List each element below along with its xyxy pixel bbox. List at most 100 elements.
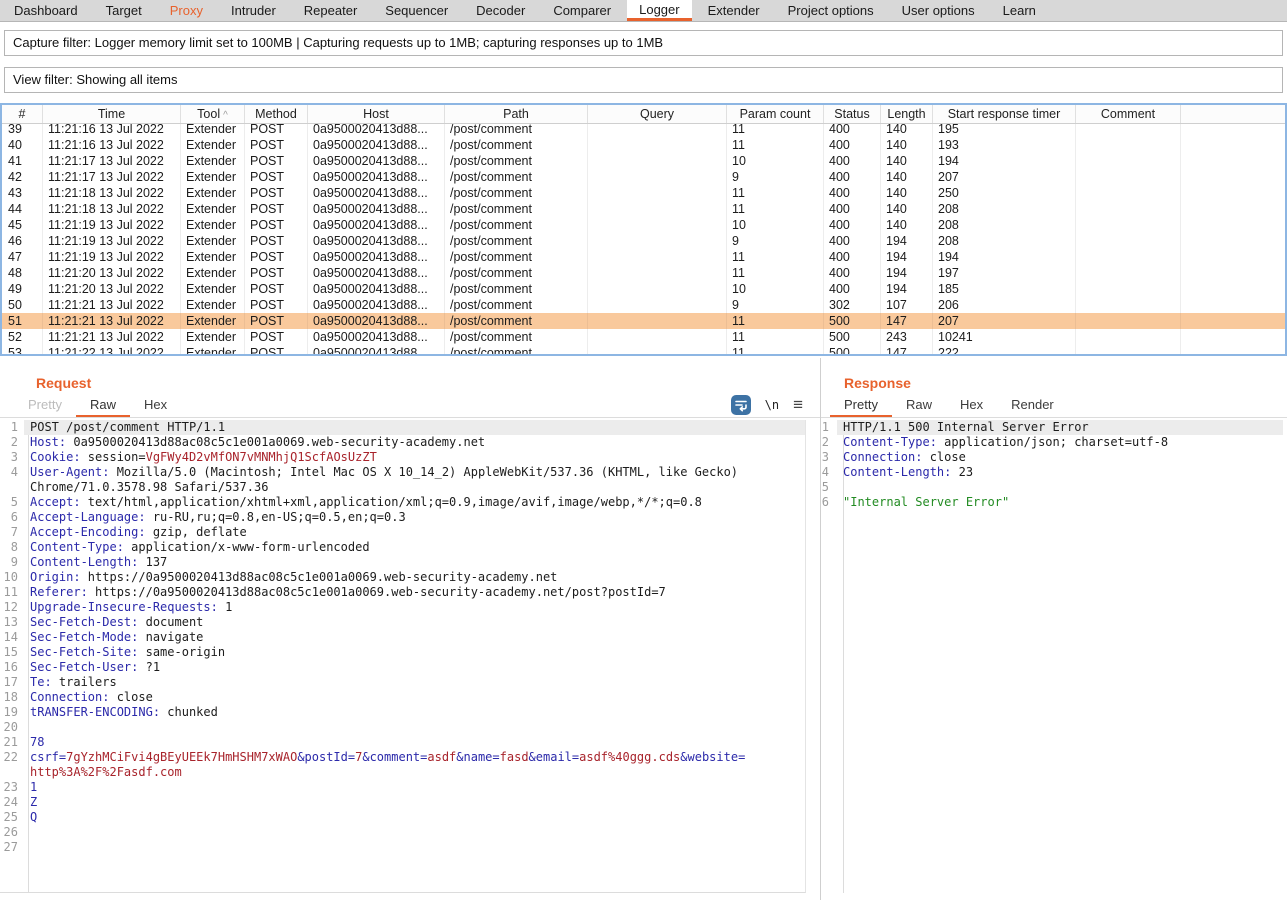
table-row-51[interactable]: 5111:21:21 13 Jul 2022ExtenderPOST0a9500… bbox=[2, 313, 1285, 329]
table-row-46[interactable]: 4611:21:19 13 Jul 2022ExtenderPOST0a9500… bbox=[2, 233, 1285, 249]
line-content bbox=[24, 825, 805, 840]
line-number: 10 bbox=[0, 570, 24, 585]
response-tab-raw[interactable]: Raw bbox=[892, 394, 946, 418]
table-row-41[interactable]: 4111:21:17 13 Jul 2022ExtenderPOST0a9500… bbox=[2, 153, 1285, 169]
table-cell: 11 bbox=[727, 345, 824, 354]
menu-item-extender[interactable]: Extender bbox=[696, 0, 772, 21]
table-row-52[interactable]: 5211:21:21 13 Jul 2022ExtenderPOST0a9500… bbox=[2, 329, 1285, 345]
menu-item-intruder[interactable]: Intruder bbox=[219, 0, 288, 21]
request-tabs: PrettyRawHex bbox=[14, 394, 181, 418]
wrap-lines-icon[interactable] bbox=[731, 395, 751, 415]
table-row-43[interactable]: 4311:21:18 13 Jul 2022ExtenderPOST0a9500… bbox=[2, 185, 1285, 201]
response-tab-hex[interactable]: Hex bbox=[946, 394, 997, 418]
column-header-comment[interactable]: Comment bbox=[1076, 105, 1181, 123]
request-tab-raw[interactable]: Raw bbox=[76, 394, 130, 418]
column-header-query[interactable]: Query bbox=[588, 105, 727, 123]
view-filter-bar[interactable]: View filter: Showing all items bbox=[4, 67, 1283, 93]
table-cell: Extender bbox=[181, 137, 245, 153]
table-row-45[interactable]: 4511:21:19 13 Jul 2022ExtenderPOST0a9500… bbox=[2, 217, 1285, 233]
line-number: 21 bbox=[0, 735, 24, 750]
table-cell: /post/comment bbox=[445, 281, 588, 297]
column-header-host[interactable]: Host bbox=[308, 105, 445, 123]
column-header-param-count[interactable]: Param count bbox=[727, 105, 824, 123]
request-editor[interactable]: 1POST /post/comment HTTP/1.12Host: 0a950… bbox=[0, 420, 806, 893]
table-cell: 0a9500020413d88... bbox=[308, 137, 445, 153]
menu-item-dashboard[interactable]: Dashboard bbox=[2, 0, 90, 21]
response-editor[interactable]: 1HTTP/1.1 500 Internal Server Error2Cont… bbox=[821, 420, 1283, 893]
table-row-48[interactable]: 4811:21:20 13 Jul 2022ExtenderPOST0a9500… bbox=[2, 265, 1285, 281]
table-cell: POST bbox=[245, 217, 308, 233]
request-tab-pretty[interactable]: Pretty bbox=[14, 394, 76, 418]
table-cell: 11:21:18 13 Jul 2022 bbox=[43, 185, 181, 201]
table-cell: 10241 bbox=[933, 329, 1076, 345]
table-cell bbox=[1181, 201, 1285, 217]
table-row-53[interactable]: 5311:21:22 13 Jul 2022ExtenderPOST0a9500… bbox=[2, 345, 1285, 354]
table-cell bbox=[1076, 153, 1181, 169]
sort-ascending-icon: ^ bbox=[223, 110, 228, 121]
line-number: 22 bbox=[0, 750, 24, 765]
column-header-start-response-timer[interactable]: Start response timer bbox=[933, 105, 1076, 123]
line-number: 1 bbox=[0, 420, 24, 435]
menu-item-user-options[interactable]: User options bbox=[890, 0, 987, 21]
column-header-method[interactable]: Method bbox=[245, 105, 308, 123]
line-number: 3 bbox=[0, 450, 24, 465]
menu-item-project-options[interactable]: Project options bbox=[776, 0, 886, 21]
response-tabs: PrettyRawHexRender bbox=[830, 394, 1068, 418]
column-header-path[interactable]: Path bbox=[445, 105, 588, 123]
table-cell: 0a9500020413d88... bbox=[308, 297, 445, 313]
menu-item-decoder[interactable]: Decoder bbox=[464, 0, 537, 21]
line-content: Sec-Fetch-Dest: document bbox=[24, 615, 805, 630]
capture-filter-bar[interactable]: Capture filter: Logger memory limit set … bbox=[4, 30, 1283, 56]
table-cell: 500 bbox=[824, 345, 881, 354]
table-row-44[interactable]: 4411:21:18 13 Jul 2022ExtenderPOST0a9500… bbox=[2, 201, 1285, 217]
menu-item-sequencer[interactable]: Sequencer bbox=[373, 0, 460, 21]
table-row-47[interactable]: 4711:21:19 13 Jul 2022ExtenderPOST0a9500… bbox=[2, 249, 1285, 265]
column-header-status[interactable]: Status bbox=[824, 105, 881, 123]
table-cell: 11 bbox=[727, 201, 824, 217]
menu-item-comparer[interactable]: Comparer bbox=[541, 0, 623, 21]
editor-line: 19tRANSFER-ENCODING: chunked bbox=[0, 705, 805, 720]
line-content: tRANSFER-ENCODING: chunked bbox=[24, 705, 805, 720]
table-cell: 11:21:21 13 Jul 2022 bbox=[43, 313, 181, 329]
line-number bbox=[0, 480, 24, 495]
newline-chars-icon[interactable]: \n bbox=[765, 398, 779, 412]
table-cell: 11:21:21 13 Jul 2022 bbox=[43, 329, 181, 345]
line-number: 5 bbox=[0, 495, 24, 510]
column-header-length[interactable]: Length bbox=[881, 105, 933, 123]
table-cell: 9 bbox=[727, 169, 824, 185]
table-cell: 11:21:16 13 Jul 2022 bbox=[43, 137, 181, 153]
line-content: Accept-Language: ru-RU,ru;q=0.8,en-US;q=… bbox=[24, 510, 805, 525]
line-number: 11 bbox=[0, 585, 24, 600]
menu-item-repeater[interactable]: Repeater bbox=[292, 0, 369, 21]
table-cell: 185 bbox=[933, 281, 1076, 297]
table-row-50[interactable]: 5011:21:21 13 Jul 2022ExtenderPOST0a9500… bbox=[2, 297, 1285, 313]
menu-item-logger[interactable]: Logger bbox=[627, 0, 691, 21]
table-cell bbox=[588, 329, 727, 345]
line-number: 1 bbox=[821, 420, 837, 435]
menu-item-learn[interactable]: Learn bbox=[991, 0, 1048, 21]
table-row-40[interactable]: 4011:21:16 13 Jul 2022ExtenderPOST0a9500… bbox=[2, 137, 1285, 153]
table-cell: 208 bbox=[933, 233, 1076, 249]
line-number: 13 bbox=[0, 615, 24, 630]
menu-item-proxy[interactable]: Proxy bbox=[158, 0, 215, 21]
editor-line: 15Sec-Fetch-Site: same-origin bbox=[0, 645, 805, 660]
table-row-42[interactable]: 4211:21:17 13 Jul 2022ExtenderPOST0a9500… bbox=[2, 169, 1285, 185]
table-cell: Extender bbox=[181, 169, 245, 185]
request-tab-hex[interactable]: Hex bbox=[130, 394, 181, 418]
response-tab-render[interactable]: Render bbox=[997, 394, 1068, 418]
column-header-[interactable]: # bbox=[2, 105, 43, 123]
editor-menu-icon[interactable]: ≡ bbox=[793, 395, 803, 415]
table-cell: 140 bbox=[881, 169, 933, 185]
editor-line: 2Host: 0a9500020413d88ac08c5c1e001a0069.… bbox=[0, 435, 805, 450]
editor-line: 5Accept: text/html,application/xhtml+xml… bbox=[0, 495, 805, 510]
line-number: 3 bbox=[821, 450, 837, 465]
table-row-49[interactable]: 4911:21:20 13 Jul 2022ExtenderPOST0a9500… bbox=[2, 281, 1285, 297]
table-cell: 207 bbox=[933, 313, 1076, 329]
menu-item-target[interactable]: Target bbox=[94, 0, 154, 21]
response-tab-pretty[interactable]: Pretty bbox=[830, 394, 892, 418]
table-cell: 10 bbox=[727, 153, 824, 169]
column-header-time[interactable]: Time bbox=[43, 105, 181, 123]
table-cell: 11 bbox=[727, 185, 824, 201]
table-body: 3911:21:16 13 Jul 2022ExtenderPOST0a9500… bbox=[2, 121, 1285, 354]
column-header-tool[interactable]: Tool^ bbox=[181, 105, 245, 123]
